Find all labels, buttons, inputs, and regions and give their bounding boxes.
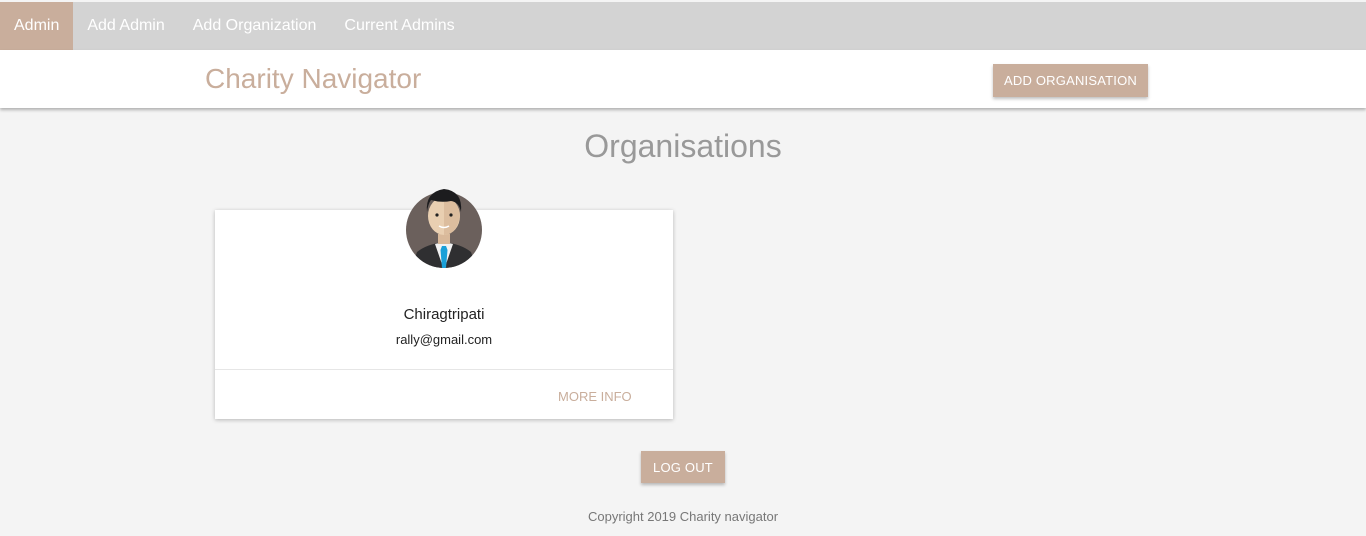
card-email: rally@gmail.com <box>395 332 493 347</box>
top-nav: Admin Add Admin Add Organization Current… <box>0 2 1366 50</box>
add-organisation-button[interactable]: ADD ORGANISATION <box>993 64 1148 97</box>
nav-item-admin[interactable]: Admin <box>0 2 74 50</box>
nav-item-current-admins[interactable]: Current Admins <box>330 2 468 50</box>
page: Admin Add Admin Add Organization Current… <box>0 0 1366 536</box>
nav-item-add-admin[interactable]: Add Admin <box>73 2 178 50</box>
businessman-avatar-icon <box>405 186 483 270</box>
card-name: Chiragtripati <box>403 306 485 323</box>
header-bar: Charity Navigator ADD ORGANISATION <box>0 50 1366 108</box>
page-title: Organisations <box>584 128 782 164</box>
log-out-button[interactable]: LOG OUT <box>641 451 725 483</box>
brand-title: Charity Navigator <box>205 63 422 94</box>
organisation-card: Chiragtripati rally@gmail.com MORE INFO <box>215 189 673 419</box>
footer-copyright: Copyright 2019 Charity navigator <box>587 509 779 524</box>
more-info-link[interactable]: MORE INFO <box>558 389 632 404</box>
card-divider <box>215 369 673 370</box>
nav-item-add-organization[interactable]: Add Organization <box>179 2 331 50</box>
